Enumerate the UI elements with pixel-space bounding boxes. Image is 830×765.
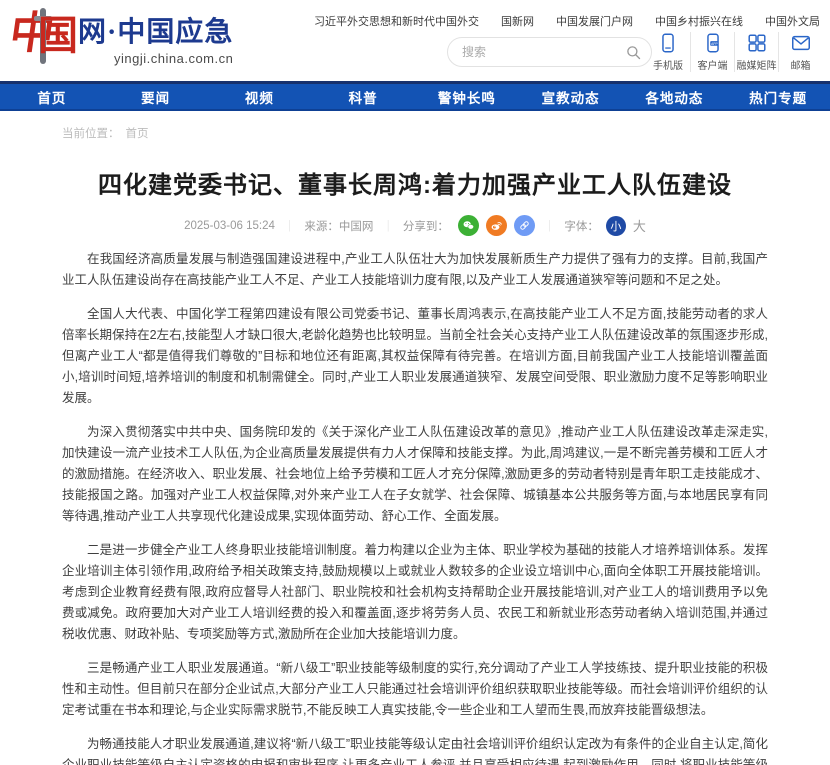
logo-brand-icon: 中 国	[12, 6, 76, 68]
site-logo[interactable]: 中 国 网·中国应急 yingji.china.com.cn	[12, 6, 233, 68]
top-link-2[interactable]: 中国发展门户网	[556, 13, 633, 29]
share-wechat-button[interactable]	[458, 215, 479, 236]
top-link-4[interactable]: 中国外文局	[765, 13, 820, 29]
nav-item-education[interactable]: 宣教动态	[519, 84, 623, 109]
meta-separator: ｜	[382, 218, 394, 234]
site-header: 中 国 网·中国应急 yingji.china.com.cn 习近平外交思想和新…	[0, 0, 830, 84]
top-link-1[interactable]: 国新网	[501, 13, 534, 29]
logo-domain: yingji.china.com.cn	[78, 51, 233, 66]
article-paragraph: 全国人大代表、中国化学工程第四建设有限公司党委书记、董事长周鸿表示,在高技能产业…	[62, 304, 768, 409]
meta-separator: ｜	[544, 218, 556, 234]
quick-link-mail[interactable]: 邮箱	[778, 32, 822, 72]
app-icon: APP	[702, 32, 724, 54]
meta-separator: ｜	[284, 218, 296, 234]
link-icon	[518, 219, 531, 232]
article-paragraph: 为深入贯彻落实中共中央、国务院印发的《关于深化产业工人队伍建设改革的意见》,推动…	[62, 422, 768, 527]
weibo-icon	[490, 219, 503, 232]
quick-link-label: 手机版	[653, 57, 683, 72]
main-nav: 首页 要闻 视频 科普 警钟长鸣 宣教动态 各地动态 热门专题	[0, 84, 830, 111]
logo-site-name: 网·中国应急	[78, 18, 233, 49]
font-size-controls: 字体： 小 大	[564, 216, 646, 236]
quick-link-app[interactable]: APP 客户端	[690, 32, 734, 72]
quick-link-media-matrix[interactable]: 融媒矩阵	[734, 32, 778, 72]
font-size-label: 字体：	[564, 218, 599, 234]
article-meta: 2025-03-06 15:24 ｜ 来源：中国网 ｜ 分享到：	[62, 215, 768, 236]
top-link-bar: 习近平外交思想和新时代中国外交 国新网 中国发展门户网 中国乡村振兴在线 中国外…	[314, 13, 820, 29]
svg-text:APP: APP	[711, 42, 718, 46]
wechat-icon	[462, 219, 475, 232]
mobile-icon	[657, 32, 679, 54]
share-copylink-button[interactable]	[514, 215, 535, 236]
nav-item-news[interactable]: 要闻	[104, 84, 208, 109]
breadcrumb-label: 当前位置：	[62, 128, 120, 140]
article-paragraph: 为畅通技能人才职业发展通道,建议将“新八级工”职业技能等级认定由社会培训评价组织…	[62, 734, 768, 765]
quick-icon-bar: 手机版 APP 客户端 融媒矩阵 邮箱	[646, 32, 822, 72]
nav-item-local[interactable]: 各地动态	[623, 84, 727, 109]
search-icon[interactable]	[626, 45, 641, 60]
page-title: 四化建党委书记、董事长周鸿:着力加强产业工人队伍建设	[62, 165, 768, 200]
article-body: 在我国经济高质量发展与制造强国建设进程中,产业工人队伍壮大为加快发展新质生产力提…	[62, 249, 768, 765]
article-source: 来源：中国网	[304, 218, 373, 234]
logo-char-guo: 国	[38, 16, 78, 56]
nav-item-video[interactable]: 视频	[208, 84, 312, 109]
quick-link-label: 融媒矩阵	[737, 57, 777, 72]
article-paragraph: 三是畅通产业工人职业发展通道。“新八级工”职业技能等级制度的实行,充分调动了产业…	[62, 658, 768, 721]
grid-icon	[746, 32, 768, 54]
font-smaller-button[interactable]: 小	[606, 216, 626, 236]
article-paragraph: 二是进一步健全产业工人终身职业技能培训制度。着力构建以企业为主体、职业学校为基础…	[62, 540, 768, 645]
top-link-3[interactable]: 中国乡村振兴在线	[655, 13, 743, 29]
logo-text-block: 网·中国应急 yingji.china.com.cn	[78, 18, 233, 66]
article-paragraph: 在我国经济高质量发展与制造强国建设进程中,产业工人队伍壮大为加快发展新质生产力提…	[62, 249, 768, 291]
share-weibo-button[interactable]	[486, 215, 507, 236]
share-buttons	[458, 215, 535, 236]
article: 四化建党委书记、董事长周鸿:着力加强产业工人队伍建设 2025-03-06 15…	[62, 165, 768, 765]
quick-link-label: 客户端	[698, 57, 728, 72]
nav-item-science[interactable]: 科普	[311, 84, 415, 109]
top-link-0[interactable]: 习近平外交思想和新时代中国外交	[314, 13, 479, 29]
mail-icon	[790, 32, 812, 54]
search-box	[447, 37, 652, 67]
breadcrumb-home-link[interactable]: 首页	[126, 128, 149, 140]
quick-link-mobile[interactable]: 手机版	[646, 32, 690, 72]
nav-item-hot-topics[interactable]: 热门专题	[726, 84, 830, 109]
quick-link-label: 邮箱	[791, 57, 811, 72]
publish-date: 2025-03-06 15:24	[184, 220, 275, 232]
font-larger-button[interactable]: 大	[633, 216, 646, 235]
nav-item-alarm-bell[interactable]: 警钟长鸣	[415, 84, 519, 109]
breadcrumb: 当前位置： 首页	[62, 125, 830, 141]
nav-item-home[interactable]: 首页	[0, 84, 104, 109]
share-label: 分享到：	[403, 218, 449, 234]
search-input[interactable]	[462, 45, 626, 59]
